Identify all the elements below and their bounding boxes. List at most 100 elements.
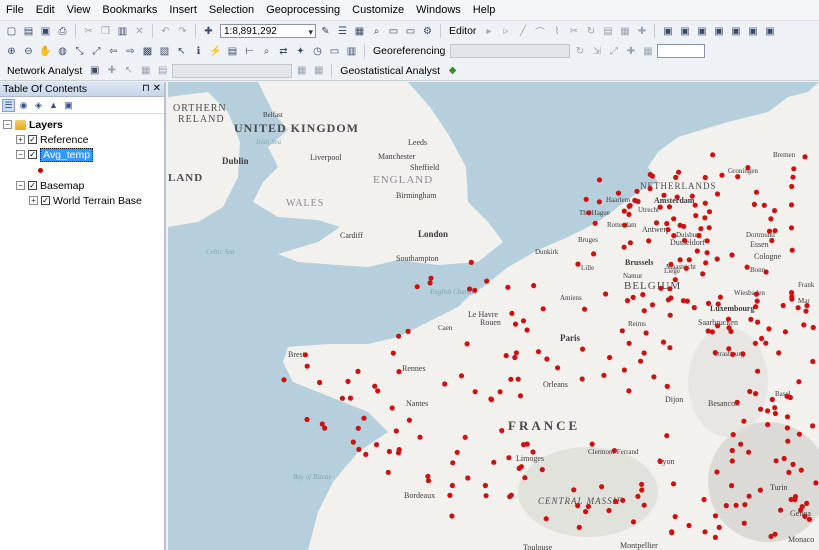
collapse-icon[interactable]: − — [16, 150, 25, 159]
identify-icon[interactable]: ℹ — [191, 44, 206, 59]
pan-icon[interactable]: ✋ — [38, 44, 53, 59]
list-by-visibility-icon[interactable]: ◈ — [32, 99, 45, 112]
python-icon[interactable]: ▭ — [403, 24, 418, 39]
rotate-icon[interactable]: ↻ — [583, 24, 598, 39]
add-control-points-icon[interactable]: ✚ — [623, 44, 638, 59]
edit-annotation-icon[interactable]: ▹ — [498, 24, 513, 39]
toc-options-icon[interactable]: ▣ — [62, 99, 75, 112]
menu-customize[interactable]: Customize — [346, 0, 410, 20]
network-identify-icon[interactable]: ▦ — [311, 63, 326, 78]
catalog-icon[interactable]: ▦ — [352, 24, 367, 39]
shift-icon[interactable]: ⇲ — [589, 44, 604, 59]
layer-visibility-checkbox[interactable]: ✓ — [28, 181, 37, 190]
editor-toolbar-icon[interactable]: ✎ — [318, 24, 333, 39]
edit-tool-icon[interactable]: ▸ — [481, 24, 496, 39]
search-window-icon[interactable]: ⌕ — [369, 24, 384, 39]
map-scale-input[interactable]: 1:8,891,292 — [220, 24, 316, 39]
geostatistical-analyst-menu[interactable]: Geostatistical Analyst — [337, 65, 443, 77]
rotate-icon[interactable]: ↻ — [572, 44, 587, 59]
fixed-zoom-out-icon[interactable]: ⤢ — [89, 44, 104, 59]
layout-tool-icon[interactable]: ▣ — [660, 24, 675, 39]
layout-tool-icon[interactable]: ▣ — [762, 24, 777, 39]
list-by-drawing-order-icon[interactable]: ☰ — [2, 98, 15, 112]
toc-pin-close-controls[interactable]: ⊓ ✕ — [142, 82, 161, 96]
open-icon[interactable]: ▤ — [21, 24, 36, 39]
measure-icon[interactable]: ⊢ — [242, 44, 257, 59]
layout-tool-icon[interactable]: ▣ — [745, 24, 760, 39]
layer-visibility-checkbox[interactable]: ✓ — [28, 150, 37, 159]
fixed-zoom-in-icon[interactable]: ⤡ — [72, 44, 87, 59]
expand-icon[interactable]: + — [29, 196, 38, 205]
directions-icon[interactable]: ▤ — [155, 63, 170, 78]
menu-insert[interactable]: Insert — [163, 0, 203, 20]
list-by-selection-icon[interactable]: ▲ — [47, 99, 60, 112]
network-layer-select[interactable] — [172, 63, 293, 78]
link-table-icon[interactable]: ▦ — [640, 44, 655, 59]
new-document-icon[interactable]: ▢ — [4, 24, 19, 39]
collapse-icon[interactable]: − — [3, 120, 12, 129]
list-by-source-icon[interactable]: ◉ — [17, 99, 30, 112]
network-analyst-window-icon[interactable]: ▣ — [87, 63, 102, 78]
html-popup-icon[interactable]: ▤ — [225, 44, 240, 59]
copy-icon[interactable]: ❐ — [98, 24, 113, 39]
build-network-icon[interactable]: ▦ — [294, 63, 309, 78]
forward-extent-icon[interactable]: ⇨ — [123, 44, 138, 59]
editor-menu[interactable]: Editor — [446, 25, 479, 37]
menu-selection[interactable]: Selection — [203, 0, 260, 20]
menu-edit[interactable]: Edit — [30, 0, 61, 20]
tree-item-avg-temp[interactable]: − ✓ Avg_temp — [16, 147, 94, 162]
create-features-icon[interactable]: ✚ — [634, 24, 649, 39]
split-icon[interactable]: ✂ — [566, 24, 581, 39]
layer-visibility-checkbox[interactable]: ✓ — [41, 196, 50, 205]
zoom-out-icon[interactable]: ⊖ — [21, 44, 36, 59]
trace-icon[interactable]: ⌇ — [549, 24, 564, 39]
zoom-in-icon[interactable]: ⊕ — [4, 44, 19, 59]
layout-tool-icon[interactable]: ▣ — [711, 24, 726, 39]
paste-icon[interactable]: ▥ — [115, 24, 130, 39]
menu-view[interactable]: View — [61, 0, 97, 20]
scale-icon[interactable]: ⤢ — [606, 44, 621, 59]
find-icon[interactable]: ⌕ — [259, 44, 274, 59]
time-slider-icon[interactable]: ◷ — [310, 44, 325, 59]
georeferencing-layer-select[interactable] — [450, 44, 571, 58]
layout-tool-icon[interactable]: ▣ — [728, 24, 743, 39]
tree-item-world-terrain-base[interactable]: + ✓ World Terrain Base — [29, 193, 142, 208]
solve-icon[interactable]: ▦ — [138, 63, 153, 78]
georeferencing-input[interactable] — [657, 44, 706, 58]
collapse-icon[interactable]: − — [16, 181, 25, 190]
menu-help[interactable]: Help — [467, 0, 502, 20]
layout-tool-icon[interactable]: ▣ — [694, 24, 709, 39]
select-elements-icon[interactable]: ↖ — [174, 44, 189, 59]
table-of-contents-icon[interactable]: ☰ — [335, 24, 350, 39]
cut-icon[interactable]: ✂ — [81, 24, 96, 39]
delete-icon[interactable]: ✕ — [132, 24, 147, 39]
menu-geoprocessing[interactable]: Geoprocessing — [260, 0, 346, 20]
save-icon[interactable]: ▣ — [38, 24, 53, 39]
map-canvas[interactable]: Irish Sea Celtic Sea English Channel Bay… — [168, 82, 819, 550]
sketch-properties-icon[interactable]: ▦ — [617, 24, 632, 39]
go-to-xy-icon[interactable]: ✦ — [293, 44, 308, 59]
undo-icon[interactable]: ↶ — [158, 24, 173, 39]
menu-windows[interactable]: Windows — [410, 0, 467, 20]
hyperlink-icon[interactable]: ⚡ — [208, 44, 223, 59]
print-icon[interactable]: ⎙ — [55, 24, 70, 39]
straight-segment-icon[interactable]: ╱ — [515, 24, 530, 39]
model-builder-icon[interactable]: ⚙ — [420, 24, 435, 39]
layout-tool-icon[interactable]: ▣ — [677, 24, 692, 39]
tree-item-basemap[interactable]: − ✓ Basemap — [16, 178, 84, 193]
attributes-icon[interactable]: ▤ — [600, 24, 615, 39]
geostatistical-wizard-icon[interactable]: ◆ — [445, 63, 460, 78]
network-analyst-menu[interactable]: Network Analyst — [4, 65, 85, 77]
menu-file[interactable]: File — [0, 0, 30, 20]
swipe-icon[interactable]: ▥ — [344, 44, 359, 59]
create-network-location-icon[interactable]: ✚ — [104, 63, 119, 78]
add-data-icon[interactable]: ✚ — [201, 24, 216, 39]
menu-bookmarks[interactable]: Bookmarks — [96, 0, 163, 20]
tree-item-reference[interactable]: + ✓ Reference — [16, 132, 88, 147]
map-view[interactable]: Irish Sea Celtic Sea English Channel Bay… — [168, 82, 819, 550]
expand-icon[interactable]: + — [16, 135, 25, 144]
clear-selection-icon[interactable]: ▧ — [157, 44, 172, 59]
end-point-arc-icon[interactable]: ⌒ — [532, 24, 547, 39]
select-features-icon[interactable]: ▩ — [140, 44, 155, 59]
arctoolbox-icon[interactable]: ▭ — [386, 24, 401, 39]
